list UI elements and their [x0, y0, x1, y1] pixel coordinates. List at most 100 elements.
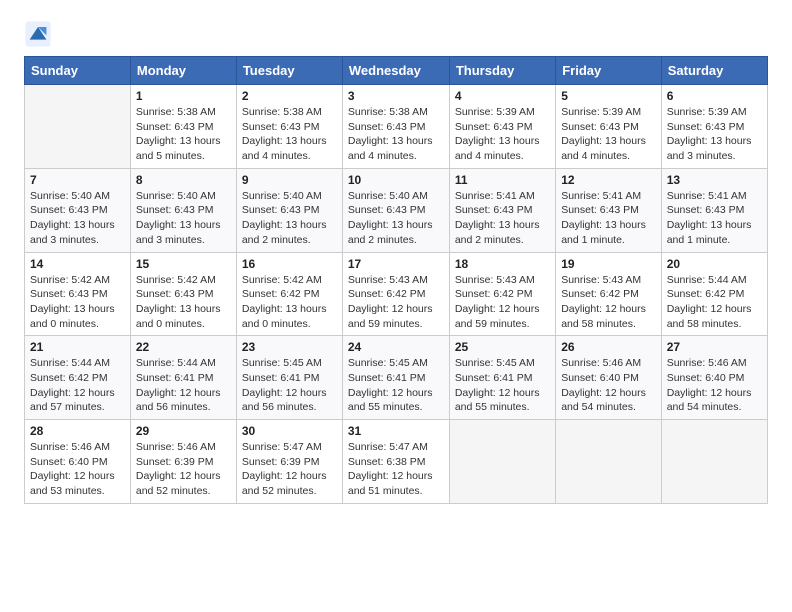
day-info: Sunrise: 5:41 AM Sunset: 6:43 PM Dayligh…: [561, 189, 656, 248]
day-number: 28: [30, 424, 125, 438]
day-info: Sunrise: 5:42 AM Sunset: 6:42 PM Dayligh…: [242, 273, 337, 332]
calendar-cell: 28 Sunrise: 5:46 AM Sunset: 6:40 PM Dayli…: [25, 420, 131, 504]
day-number: 11: [455, 173, 550, 187]
day-info: Sunrise: 5:43 AM Sunset: 6:42 PM Dayligh…: [348, 273, 444, 332]
day-number: 30: [242, 424, 337, 438]
calendar-cell: 19Sunrise: 5:43 AM Sunset: 6:42 PM Dayli…: [556, 252, 662, 336]
day-header-monday: Monday: [130, 57, 236, 85]
day-info: Sunrise: 5:46 AM Sunset: 6:40 PM Dayligh…: [30, 440, 125, 499]
calendar-cell: [661, 420, 767, 504]
day-number: 25: [455, 340, 550, 354]
day-number: 24: [348, 340, 444, 354]
day-info: Sunrise: 5:41 AM Sunset: 6:43 PM Dayligh…: [667, 189, 762, 248]
calendar-cell: 4 Sunrise: 5:39 AM Sunset: 6:43 PM Daylig…: [449, 85, 555, 169]
day-info: Sunrise: 5:40 AM Sunset: 6:43 PM Dayligh…: [30, 189, 125, 248]
day-info: Sunrise: 5:44 AM Sunset: 6:42 PM Dayligh…: [30, 356, 125, 415]
day-number: 7: [30, 173, 125, 187]
calendar-cell: 11 Sunrise: 5:41 AM Sunset: 6:43 PM Dayli…: [449, 168, 555, 252]
day-number: 4: [455, 89, 550, 103]
day-info: Sunrise: 5:40 AM Sunset: 6:43 PM Dayligh…: [242, 189, 337, 248]
calendar-cell: [556, 420, 662, 504]
day-info: Sunrise: 5:39 AM Sunset: 6:43 PM Dayligh…: [455, 105, 550, 164]
logo: [24, 20, 54, 48]
calendar-cell: 6Sunrise: 5:39 AM Sunset: 6:43 PM Daylig…: [661, 85, 767, 169]
day-number: 18: [455, 257, 550, 271]
day-header-friday: Friday: [556, 57, 662, 85]
day-number: 26: [561, 340, 656, 354]
calendar-cell: 30 Sunrise: 5:47 AM Sunset: 6:39 PM Dayli…: [236, 420, 342, 504]
day-info: Sunrise: 5:42 AM Sunset: 6:43 PM Dayligh…: [136, 273, 231, 332]
day-info: Sunrise: 5:47 AM Sunset: 6:38 PM Dayligh…: [348, 440, 444, 499]
calendar-cell: 29 Sunrise: 5:46 AM Sunset: 6:39 PM Dayli…: [130, 420, 236, 504]
day-info: Sunrise: 5:39 AM Sunset: 6:43 PM Dayligh…: [667, 105, 762, 164]
day-info: Sunrise: 5:42 AM Sunset: 6:43 PM Dayligh…: [30, 273, 125, 332]
day-number: 8: [136, 173, 231, 187]
day-header-wednesday: Wednesday: [342, 57, 449, 85]
calendar-cell: 10Sunrise: 5:40 AM Sunset: 6:43 PM Dayli…: [342, 168, 449, 252]
calendar-cell: 17 Sunrise: 5:43 AM Sunset: 6:42 PM Dayli…: [342, 252, 449, 336]
day-number: 15: [136, 257, 231, 271]
calendar-table: SundayMondayTuesdayWednesdayThursdayFrid…: [24, 56, 768, 504]
calendar-cell: 15 Sunrise: 5:42 AM Sunset: 6:43 PM Dayli…: [130, 252, 236, 336]
day-number: 5: [561, 89, 656, 103]
calendar-cell: [449, 420, 555, 504]
calendar-week-5: 28 Sunrise: 5:46 AM Sunset: 6:40 PM Dayli…: [25, 420, 768, 504]
calendar-cell: 13Sunrise: 5:41 AM Sunset: 6:43 PM Dayli…: [661, 168, 767, 252]
day-number: 12: [561, 173, 656, 187]
day-number: 17: [348, 257, 444, 271]
day-info: Sunrise: 5:46 AM Sunset: 6:39 PM Dayligh…: [136, 440, 231, 499]
day-number: 27: [667, 340, 762, 354]
day-number: 20: [667, 257, 762, 271]
calendar-week-2: 7 Sunrise: 5:40 AM Sunset: 6:43 PM Daylig…: [25, 168, 768, 252]
day-number: 9: [242, 173, 337, 187]
calendar-cell: 7 Sunrise: 5:40 AM Sunset: 6:43 PM Daylig…: [25, 168, 131, 252]
day-number: 29: [136, 424, 231, 438]
calendar-cell: 1 Sunrise: 5:38 AM Sunset: 6:43 PM Daylig…: [130, 85, 236, 169]
calendar-cell: 18 Sunrise: 5:43 AM Sunset: 6:42 PM Dayli…: [449, 252, 555, 336]
day-number: 22: [136, 340, 231, 354]
calendar-cell: 23Sunrise: 5:45 AM Sunset: 6:41 PM Dayli…: [236, 336, 342, 420]
day-info: Sunrise: 5:38 AM Sunset: 6:43 PM Dayligh…: [348, 105, 444, 164]
day-info: Sunrise: 5:39 AM Sunset: 6:43 PM Dayligh…: [561, 105, 656, 164]
day-info: Sunrise: 5:44 AM Sunset: 6:41 PM Dayligh…: [136, 356, 231, 415]
calendar-week-4: 21Sunrise: 5:44 AM Sunset: 6:42 PM Dayli…: [25, 336, 768, 420]
calendar-cell: 3 Sunrise: 5:38 AM Sunset: 6:43 PM Daylig…: [342, 85, 449, 169]
calendar-week-1: 1 Sunrise: 5:38 AM Sunset: 6:43 PM Daylig…: [25, 85, 768, 169]
calendar-cell: 25 Sunrise: 5:45 AM Sunset: 6:41 PM Dayli…: [449, 336, 555, 420]
header: [24, 20, 768, 48]
day-info: Sunrise: 5:43 AM Sunset: 6:42 PM Dayligh…: [455, 273, 550, 332]
calendar-cell: 9 Sunrise: 5:40 AM Sunset: 6:43 PM Daylig…: [236, 168, 342, 252]
calendar-cell: 24 Sunrise: 5:45 AM Sunset: 6:41 PM Dayli…: [342, 336, 449, 420]
day-info: Sunrise: 5:38 AM Sunset: 6:43 PM Dayligh…: [242, 105, 337, 164]
day-info: Sunrise: 5:41 AM Sunset: 6:43 PM Dayligh…: [455, 189, 550, 248]
calendar-cell: 20Sunrise: 5:44 AM Sunset: 6:42 PM Dayli…: [661, 252, 767, 336]
day-info: Sunrise: 5:38 AM Sunset: 6:43 PM Dayligh…: [136, 105, 231, 164]
calendar-cell: 14 Sunrise: 5:42 AM Sunset: 6:43 PM Dayli…: [25, 252, 131, 336]
day-number: 16: [242, 257, 337, 271]
day-number: 3: [348, 89, 444, 103]
day-info: Sunrise: 5:40 AM Sunset: 6:43 PM Dayligh…: [136, 189, 231, 248]
day-header-saturday: Saturday: [661, 57, 767, 85]
day-info: Sunrise: 5:45 AM Sunset: 6:41 PM Dayligh…: [242, 356, 337, 415]
day-header-sunday: Sunday: [25, 57, 131, 85]
calendar-week-3: 14 Sunrise: 5:42 AM Sunset: 6:43 PM Dayli…: [25, 252, 768, 336]
logo-icon: [24, 20, 52, 48]
day-info: Sunrise: 5:45 AM Sunset: 6:41 PM Dayligh…: [455, 356, 550, 415]
calendar-cell: 27 Sunrise: 5:46 AM Sunset: 6:40 PM Dayli…: [661, 336, 767, 420]
day-info: Sunrise: 5:45 AM Sunset: 6:41 PM Dayligh…: [348, 356, 444, 415]
calendar-cell: [25, 85, 131, 169]
day-info: Sunrise: 5:46 AM Sunset: 6:40 PM Dayligh…: [561, 356, 656, 415]
day-number: 1: [136, 89, 231, 103]
calendar-cell: 8 Sunrise: 5:40 AM Sunset: 6:43 PM Daylig…: [130, 168, 236, 252]
day-info: Sunrise: 5:46 AM Sunset: 6:40 PM Dayligh…: [667, 356, 762, 415]
day-number: 10: [348, 173, 444, 187]
calendar-cell: 5 Sunrise: 5:39 AM Sunset: 6:43 PM Daylig…: [556, 85, 662, 169]
day-info: Sunrise: 5:47 AM Sunset: 6:39 PM Dayligh…: [242, 440, 337, 499]
calendar-cell: 31Sunrise: 5:47 AM Sunset: 6:38 PM Dayli…: [342, 420, 449, 504]
calendar-cell: 12 Sunrise: 5:41 AM Sunset: 6:43 PM Dayli…: [556, 168, 662, 252]
day-header-thursday: Thursday: [449, 57, 555, 85]
day-info: Sunrise: 5:43 AM Sunset: 6:42 PM Dayligh…: [561, 273, 656, 332]
calendar-cell: 16 Sunrise: 5:42 AM Sunset: 6:42 PM Dayli…: [236, 252, 342, 336]
calendar-cell: 22 Sunrise: 5:44 AM Sunset: 6:41 PM Dayli…: [130, 336, 236, 420]
day-number: 14: [30, 257, 125, 271]
